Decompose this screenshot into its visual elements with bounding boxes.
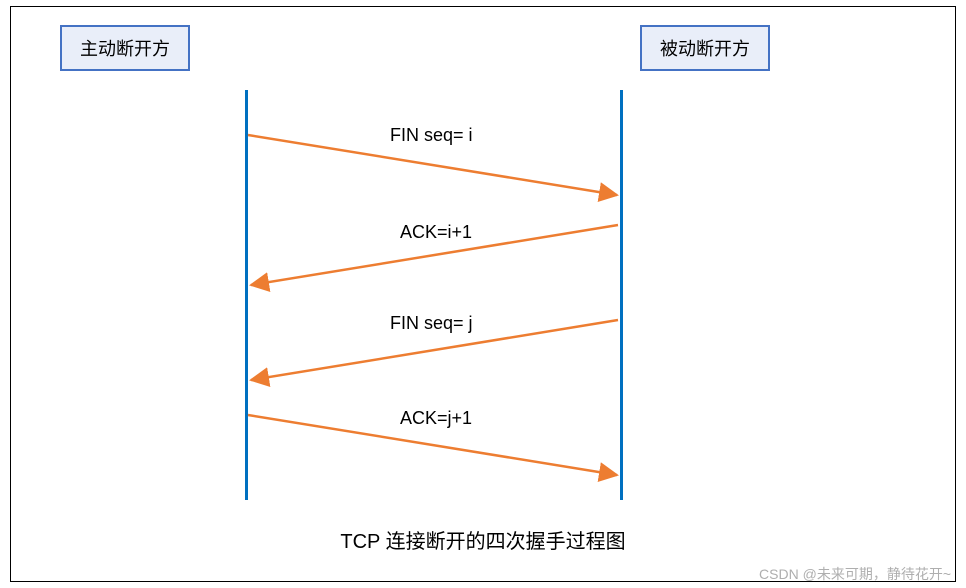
diagram-caption: TCP 连接断开的四次握手过程图	[0, 525, 966, 554]
actor-active: 主动断开方	[60, 25, 190, 71]
watermark-text: CSDN @未来可期，静待花开~	[759, 564, 951, 584]
msg-label-1: FIN seq= i	[390, 125, 473, 146]
actor-passive: 被动断开方	[640, 25, 770, 71]
msg-label-2: ACK=i+1	[400, 222, 472, 243]
lifeline-passive	[620, 90, 623, 500]
msg-label-4: ACK=j+1	[400, 408, 472, 429]
msg-label-3: FIN seq= j	[390, 313, 473, 334]
diagram-frame	[10, 6, 956, 582]
lifeline-active	[245, 90, 248, 500]
